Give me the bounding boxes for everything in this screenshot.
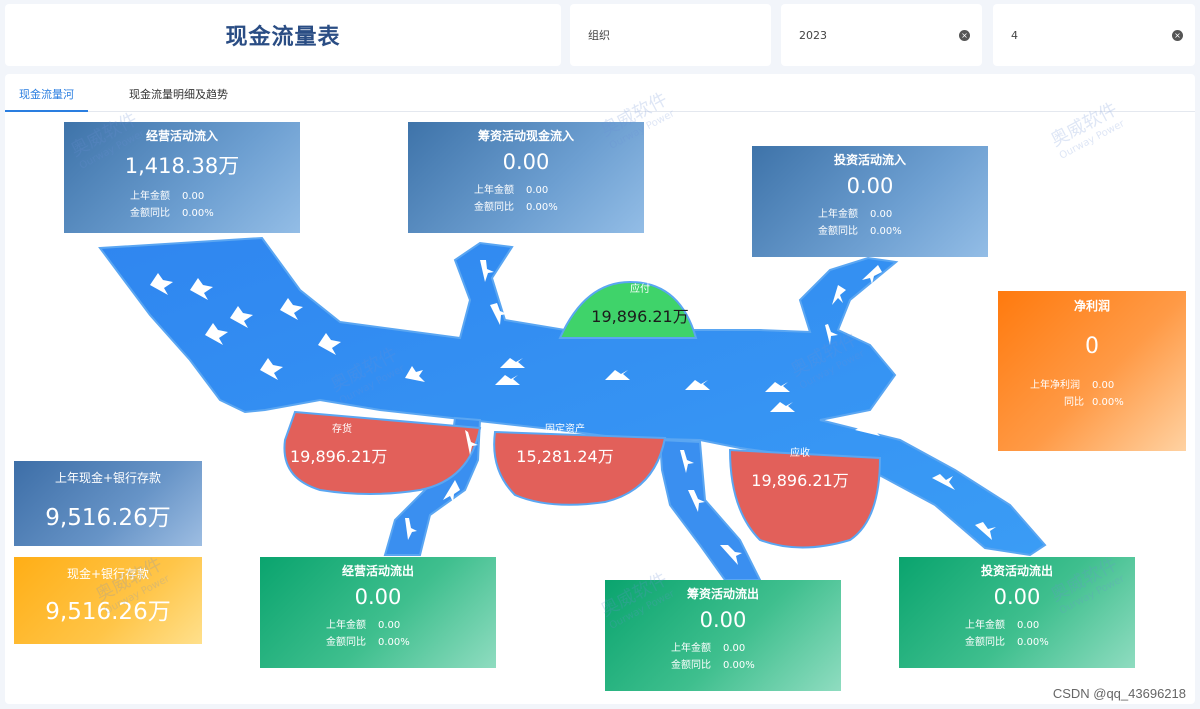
prev-value: 0.00 (1017, 620, 1040, 631)
card-yoy-row: 同比 0.00% (998, 394, 1186, 411)
card-operating-inflow[interactable]: 经营活动流入 1,418.38万 上年金额 0.00 金额同比 0.00% (64, 122, 300, 233)
card-title: 筹资活动流出 (686, 587, 759, 601)
card-value: 0.00 (502, 150, 550, 174)
card-value: 9,516.26万 (45, 599, 171, 625)
card-title: 投资活动流入 (833, 153, 906, 167)
card-current-cash[interactable]: 现金+银行存款 9,516.26万 (14, 557, 202, 644)
card-yoy-row: 金额同比 0.00% (899, 634, 1135, 651)
card-prev-row: 上年金额 0.00 (752, 206, 988, 223)
prev-value: 0.00 (526, 185, 549, 196)
card-yoy-row: 金额同比 0.00% (260, 634, 496, 651)
receivable-label: 应收 19,896.21万 (745, 444, 855, 491)
yoy-label: 金额同比 (130, 208, 170, 219)
card-title: 经营活动流入 (145, 129, 218, 143)
card-financing-inflow[interactable]: 筹资活动现金流入 0.00 上年金额 0.00 金额同比 0.00% (408, 122, 644, 233)
yoy-label: 金额同比 (326, 637, 366, 648)
prev-label: 上年净利润 (1030, 380, 1080, 391)
yoy-label: 金额同比 (474, 202, 514, 213)
card-yoy-row: 金额同比 0.00% (408, 199, 644, 216)
card-title: 投资活动流出 (980, 564, 1053, 578)
receivable-value: 19,896.21万 (751, 471, 849, 490)
card-prev-row: 上年金额 0.00 (899, 617, 1135, 634)
yoy-value: 0.00% (1092, 397, 1124, 408)
prev-value: 0.00 (378, 620, 401, 631)
payable-label: 应付 19,896.21万 (590, 280, 690, 327)
card-value: 0.00 (846, 174, 894, 198)
inventory-label: 存货 19,896.21万 (290, 420, 400, 467)
prev-label: 上年金额 (474, 185, 514, 196)
card-value: 0.00 (699, 608, 747, 632)
card-prev-row: 上年金额 0.00 (605, 640, 841, 657)
card-title: 净利润 (1073, 299, 1110, 313)
yoy-value: 0.00% (1017, 637, 1049, 648)
card-title: 筹资活动现金流入 (477, 129, 574, 143)
card-prev-year-cash[interactable]: 上年现金+银行存款 9,516.26万 (14, 461, 202, 546)
yoy-value: 0.00% (182, 208, 214, 219)
card-prev-row: 上年金额 0.00 (408, 182, 644, 199)
card-value: 9,516.26万 (45, 505, 171, 531)
prev-value: 0.00 (182, 191, 205, 202)
card-value: 0.00 (354, 585, 402, 609)
prev-label: 上年金额 (130, 191, 170, 202)
prev-label: 上年金额 (965, 620, 1005, 631)
card-financing-outflow[interactable]: 筹资活动流出 0.00 上年金额 0.00 金额同比 0.00% (605, 580, 841, 691)
footer-credit: CSDN @qq_43696218 (1052, 686, 1186, 701)
prev-label: 上年金额 (671, 643, 711, 654)
card-value: 0 (1085, 334, 1099, 359)
prev-label: 上年金额 (326, 620, 366, 631)
card-value: 0.00 (993, 585, 1041, 609)
card-value: 1,418.38万 (124, 154, 240, 178)
yoy-value: 0.00% (723, 660, 755, 671)
fixed-asset-title: 固定资产 (545, 424, 585, 435)
yoy-value: 0.00% (526, 202, 558, 213)
prev-value: 0.00 (723, 643, 746, 654)
card-prev-row: 上年金额 0.00 (260, 617, 496, 634)
card-title: 上年现金+银行存款 (54, 471, 162, 485)
payable-value: 19,896.21万 (591, 307, 689, 326)
prev-value: 0.00 (1092, 380, 1115, 391)
yoy-value: 0.00% (378, 637, 410, 648)
card-operating-outflow[interactable]: 经营活动流出 0.00 上年金额 0.00 金额同比 0.00% (260, 557, 496, 668)
yoy-label: 同比 (1064, 397, 1084, 408)
receivable-title: 应收 (790, 448, 810, 459)
inventory-title: 存货 (332, 424, 352, 435)
card-prev-row: 上年金额 0.00 (64, 188, 300, 205)
river-main-stream (98, 236, 1047, 557)
card-net-profit[interactable]: 净利润 0 上年净利润 0.00 同比 0.00% (998, 291, 1186, 451)
card-yoy-row: 金额同比 0.00% (64, 205, 300, 222)
card-title: 经营活动流出 (341, 564, 414, 578)
prev-label: 上年金额 (818, 209, 858, 220)
card-yoy-row: 金额同比 0.00% (605, 657, 841, 674)
fixed-asset-value: 15,281.24万 (516, 447, 614, 466)
card-prev-row: 上年净利润 0.00 (998, 377, 1186, 394)
yoy-value: 0.00% (870, 226, 902, 237)
yoy-label: 金额同比 (818, 226, 858, 237)
payable-title: 应付 (630, 284, 650, 295)
card-yoy-row: 金额同比 0.00% (752, 223, 988, 240)
yoy-label: 金额同比 (965, 637, 1005, 648)
card-title: 现金+银行存款 (66, 567, 150, 581)
card-investing-outflow[interactable]: 投资活动流出 0.00 上年金额 0.00 金额同比 0.00% (899, 557, 1135, 668)
prev-value: 0.00 (870, 209, 893, 220)
card-investing-inflow[interactable]: 投资活动流入 0.00 上年金额 0.00 金额同比 0.00% (752, 146, 988, 257)
yoy-label: 金额同比 (671, 660, 711, 671)
fixed-asset-label: 固定资产 15,281.24万 (510, 420, 620, 467)
inventory-value: 19,896.21万 (290, 447, 388, 466)
